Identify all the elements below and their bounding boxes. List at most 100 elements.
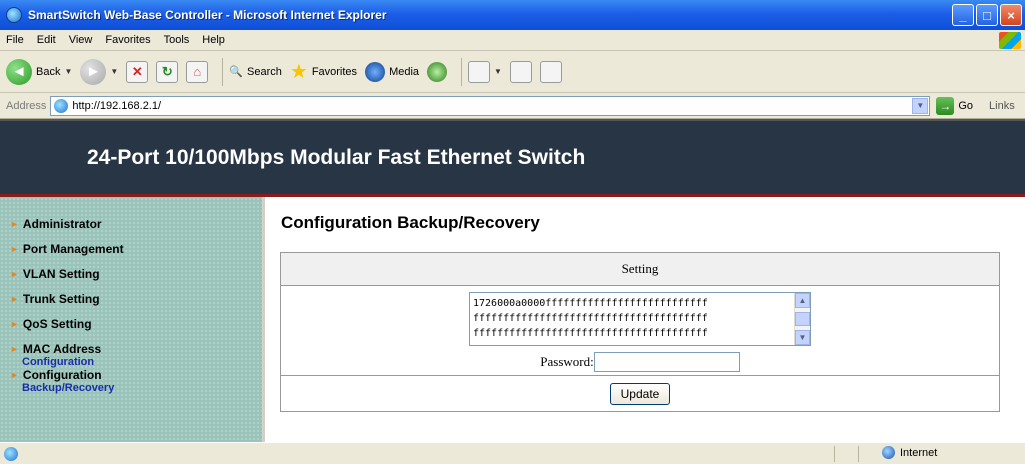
search-label: Search (247, 65, 282, 78)
menu-file[interactable]: File (6, 34, 24, 46)
history-icon (427, 61, 448, 82)
page-title: Configuration Backup/Recovery (281, 213, 540, 232)
refresh-button[interactable]: ↻ (156, 60, 179, 83)
scroll-up-icon[interactable]: ▲ (795, 293, 810, 308)
zone-label: Internet (900, 446, 938, 459)
search-icon: 🔍 (229, 66, 244, 78)
edit-button[interactable] (539, 60, 562, 83)
mail-icon (468, 60, 491, 83)
home-button[interactable]: ⌂ (186, 60, 209, 83)
go-label: Go (958, 99, 974, 112)
edit-icon (539, 60, 562, 83)
sidebar-subitem-mac-configuration[interactable]: Configuration (10, 356, 262, 368)
password-row: Password: (281, 352, 999, 372)
window-title: SmartSwitch Web-Base Controller - Micros… (28, 8, 387, 22)
sidebar-item-label: QoS Setting (22, 316, 92, 331)
nav-arrow-icon: ► (10, 268, 19, 279)
media-label: Media (389, 65, 420, 78)
header-banner: 24-Port 10/100Mbps Modular Fast Ethernet… (0, 119, 1025, 197)
media-icon (365, 61, 386, 82)
go-button[interactable]: → Go (936, 96, 974, 115)
links-button[interactable]: Links (989, 100, 1015, 112)
print-button[interactable] (509, 60, 532, 83)
sidebar-item-vlan-setting[interactable]: ► VLAN Setting (10, 261, 262, 286)
address-url: http://192.168.2.1/ (72, 99, 162, 112)
config-textarea[interactable]: 1726000a0000fffffffffffffffffffffffffff f… (469, 292, 811, 346)
nav-arrow-icon: ► (10, 243, 19, 254)
mail-dropdown-icon[interactable]: ▼ (494, 67, 502, 76)
status-bar: Internet (0, 442, 1025, 464)
sidebar-item-mac-address[interactable]: ► MAC Address Configuration (10, 342, 262, 368)
config-scrollbar[interactable]: ▲ ▼ (794, 293, 810, 345)
window-title-bar: SmartSwitch Web-Base Controller - Micros… (0, 0, 1025, 30)
refresh-icon: ↻ (161, 63, 173, 79)
close-button[interactable]: × (1000, 4, 1022, 26)
print-icon (509, 60, 532, 83)
maximize-button[interactable]: □ (976, 4, 998, 26)
nav-arrow-icon: ► (10, 344, 19, 354)
status-divider (858, 446, 859, 462)
banner-title: 24-Port 10/100Mbps Modular Fast Ethernet… (87, 145, 586, 169)
back-dropdown-icon[interactable]: ▼ (64, 67, 72, 76)
config-line: fffffffffffffffffffffffffffffffffffffff (473, 328, 708, 339)
sidebar-nav: ► Administrator ► Port Management ► VLAN… (0, 197, 265, 442)
security-zone: Internet (882, 446, 937, 459)
sidebar-item-configuration[interactable]: ► Configuration Backup/Recovery (10, 368, 262, 394)
settings-table: Setting 1726000a0000ffffffffffffffffffff… (280, 252, 1000, 412)
sidebar-item-label: MAC Address (22, 342, 102, 356)
forward-dropdown-icon[interactable]: ▼ (110, 67, 118, 76)
forward-button[interactable]: ► ▼ (80, 58, 118, 85)
stop-icon: ✕ (131, 63, 143, 79)
sidebar-item-trunk-setting[interactable]: ► Trunk Setting (10, 286, 262, 311)
sidebar-item-label: Administrator (22, 216, 102, 231)
address-label: Address (6, 99, 47, 112)
window-controls: _ □ × (952, 4, 1022, 26)
back-arrow-icon: ◄ (6, 58, 32, 85)
browser-toolbar: ◄ Back ▼ ► ▼ ✕ ↻ ⌂ 🔍 Search ★ Favorites … (0, 51, 1025, 93)
search-button[interactable]: 🔍 Search (229, 65, 282, 79)
toolbar-separator (222, 57, 224, 86)
scroll-down-icon[interactable]: ▼ (795, 330, 810, 345)
page-icon (54, 98, 69, 113)
menu-help[interactable]: Help (202, 34, 225, 46)
back-button[interactable]: ◄ Back ▼ (6, 58, 72, 85)
password-label: Password: (540, 354, 594, 369)
ie-icon (6, 7, 22, 23)
menu-bar: File Edit View Favorites Tools Help (0, 30, 1025, 51)
table-header: Setting (280, 252, 1000, 286)
menu-favorites[interactable]: Favorites (105, 34, 150, 46)
history-button[interactable] (427, 61, 448, 82)
update-button[interactable]: Update (609, 382, 671, 405)
sidebar-item-port-management[interactable]: ► Port Management (10, 236, 262, 261)
sidebar-item-administrator[interactable]: ► Administrator (10, 211, 262, 236)
go-arrow-icon: → (936, 96, 955, 115)
sidebar-item-label: Trunk Setting (22, 291, 100, 306)
config-cell: 1726000a0000fffffffffffffffffffffffffff f… (280, 285, 1000, 376)
favorites-button[interactable]: ★ Favorites (290, 59, 357, 84)
sidebar-item-label: VLAN Setting (22, 266, 100, 281)
stop-button[interactable]: ✕ (126, 60, 149, 83)
password-input[interactable] (593, 352, 740, 372)
favorites-label: Favorites (311, 65, 358, 78)
menu-edit[interactable]: Edit (37, 34, 56, 46)
main-content: Configuration Backup/Recovery Setting 17… (265, 197, 1025, 442)
mail-button[interactable]: ▼ (468, 60, 502, 83)
menu-tools[interactable]: Tools (164, 34, 190, 46)
back-label: Back (36, 65, 61, 78)
sidebar-subitem-backup-recovery[interactable]: Backup/Recovery (10, 382, 262, 394)
address-input[interactable]: http://192.168.2.1/ ▼ (50, 95, 931, 116)
address-dropdown-icon[interactable]: ▼ (912, 97, 929, 114)
sidebar-item-qos-setting[interactable]: ► QoS Setting (10, 311, 262, 336)
favorites-star-icon: ★ (289, 61, 308, 83)
nav-arrow-icon: ► (10, 293, 19, 304)
config-line: fffffffffffffffffffffffffffffffffffffff (473, 313, 708, 324)
scroll-thumb[interactable] (795, 312, 810, 326)
globe-icon (882, 446, 895, 459)
status-divider (834, 446, 835, 462)
media-button[interactable]: Media (365, 61, 420, 82)
nav-arrow-icon: ► (10, 370, 19, 380)
menu-view[interactable]: View (69, 34, 93, 46)
minimize-button[interactable]: _ (952, 4, 974, 26)
config-line: 1726000a0000fffffffffffffffffffffffffff (473, 298, 708, 309)
button-cell: Update (280, 375, 1000, 412)
